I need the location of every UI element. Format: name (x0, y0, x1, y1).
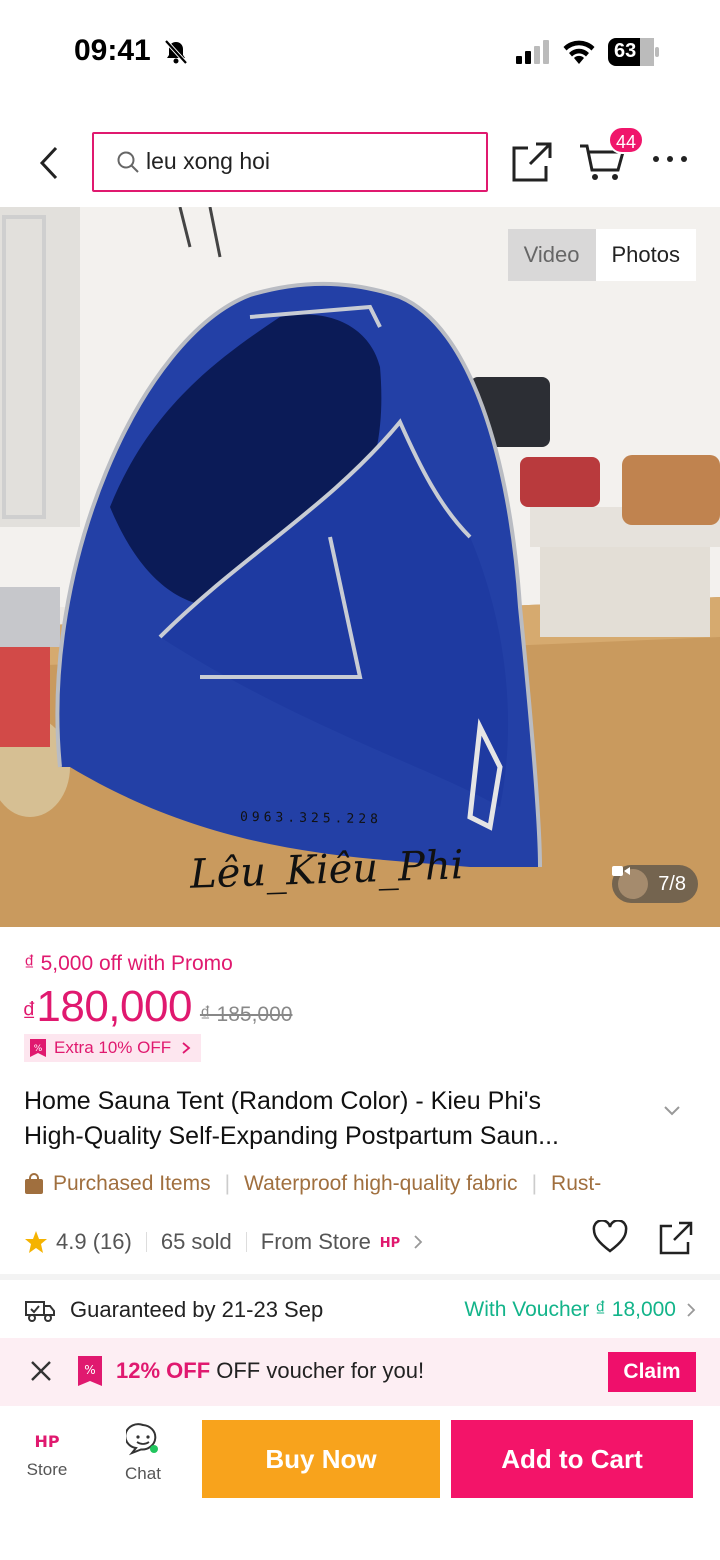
more-options-icon[interactable] (652, 154, 688, 164)
feature-separator: | (224, 1172, 231, 1195)
chevron-right-icon (182, 1042, 191, 1054)
video-camera-icon[interactable] (612, 866, 649, 899)
from-store-link[interactable]: From Store (261, 1229, 371, 1255)
top-navigation: leu xong hoi 44 (0, 120, 720, 206)
product-features-row[interactable]: Purchased Items | Waterproof high-qualit… (24, 1168, 720, 1200)
chevron-right-icon (414, 1235, 423, 1249)
price-currency: ₫ (22, 996, 37, 1027)
tab-photos[interactable]: Photos (595, 229, 696, 281)
voucher-banner-text: 12% OFF OFF voucher for you! (116, 1358, 424, 1384)
cart-count-badge: 44 (608, 126, 644, 154)
svg-text:%: % (84, 1363, 95, 1377)
store-label: Store (26, 1460, 68, 1479)
back-arrow-icon[interactable] (34, 142, 66, 184)
close-icon[interactable] (30, 1360, 52, 1382)
chevron-right-icon (687, 1303, 696, 1317)
cellular-signal-icon (516, 40, 549, 64)
chat-nav-button[interactable]: Chat (112, 1422, 174, 1484)
feature-item: Purchased Items (53, 1172, 211, 1195)
claim-voucher-button[interactable]: Claim (608, 1352, 696, 1392)
promo-discount-text: ₫ 5,000 off with Promo (24, 952, 233, 975)
buy-now-button[interactable]: Buy Now (202, 1420, 440, 1498)
shopping-bag-icon (25, 1173, 43, 1194)
share-product-icon[interactable] (658, 1220, 694, 1256)
delivery-truck-icon (25, 1301, 55, 1322)
chevron-down-icon[interactable] (662, 1104, 682, 1118)
media-tab-switcher: Video Photos (507, 229, 696, 281)
watermark-brand: Lêu_Kiêu_Phi (189, 842, 465, 898)
product-title-line-2: High-Quality Self-Expanding Postpartum S… (24, 1122, 559, 1150)
delivery-guarantee-text: Guaranteed by 21-23 Sep (70, 1297, 324, 1322)
tab-video[interactable]: Video (507, 229, 596, 281)
status-bar: 09:41 63 (0, 0, 720, 108)
feature-item: Rust- (551, 1172, 602, 1195)
feature-separator: | (531, 1172, 538, 1195)
star-icon (25, 1231, 47, 1253)
original-price: ₫ 185,000 (199, 1003, 293, 1026)
current-price: 180,000 (36, 982, 192, 1031)
battery-level: 63 (614, 40, 637, 62)
status-time: 09:41 (74, 34, 151, 67)
bell-muted-icon (164, 39, 188, 65)
delivery-row[interactable]: Guaranteed by 21-23 Sep With Voucher ₫ 1… (24, 1292, 696, 1328)
svg-text:%: % (34, 1044, 43, 1054)
feature-item: Waterproof high-quality fabric (244, 1172, 518, 1195)
store-nav-button[interactable]: HP Store (16, 1426, 78, 1480)
search-icon (117, 151, 139, 173)
discount-tag-icon: % (30, 1039, 46, 1057)
product-title: Home Sauna Tent (Random Color) - Kieu Ph… (24, 1084, 664, 1154)
price-row: ₫ 180,000 ₫ 185,000 (22, 982, 292, 1032)
photo-counter-text: 7/8 (658, 872, 686, 895)
store-logo-icon: HP (376, 1232, 403, 1252)
svg-text:HP: HP (380, 1236, 400, 1251)
voucher-banner: % 12% OFF OFF voucher for you! Claim (0, 1338, 720, 1406)
stat-separator (245, 1232, 247, 1252)
svg-text:HP: HP (34, 1432, 59, 1451)
product-image-gallery[interactable]: Video Photos 0963.325.228 Lêu_Kiêu_Phi 7… (0, 207, 720, 927)
watermark-phone: 0963.325.228 (239, 809, 383, 828)
voucher-percent: 12% OFF (116, 1358, 211, 1383)
bottom-action-bar: HP Store Chat Buy Now Add to Cart (0, 1406, 720, 1560)
search-query: leu xong hoi (146, 148, 271, 174)
search-input[interactable]: leu xong hoi (92, 132, 488, 192)
favorite-heart-icon[interactable] (592, 1220, 628, 1254)
section-divider (0, 1274, 720, 1280)
shipping-voucher-text: With Voucher ₫ 18,000 (464, 1298, 676, 1321)
extra-discount-badge[interactable]: % Extra 10% OFF (24, 1034, 202, 1062)
rating-text[interactable]: 4.9 (16) (56, 1229, 132, 1255)
share-icon[interactable] (510, 140, 554, 184)
chat-icon (126, 1423, 158, 1456)
chat-label: Chat (125, 1464, 161, 1483)
add-to-cart-button[interactable]: Add to Cart (451, 1420, 693, 1498)
wifi-icon (563, 40, 595, 64)
photo-counter: 7/8 (612, 865, 698, 903)
stat-separator (145, 1232, 147, 1252)
product-title-line-1: Home Sauna Tent (Random Color) - Kieu Ph… (24, 1087, 542, 1115)
voucher-message: OFF voucher for you! (210, 1358, 425, 1383)
voucher-tag-icon: % (78, 1356, 102, 1386)
sold-count: 65 sold (160, 1229, 232, 1254)
extra-discount-text: Extra 10% OFF (54, 1038, 172, 1057)
store-icon: HP (32, 1430, 62, 1452)
